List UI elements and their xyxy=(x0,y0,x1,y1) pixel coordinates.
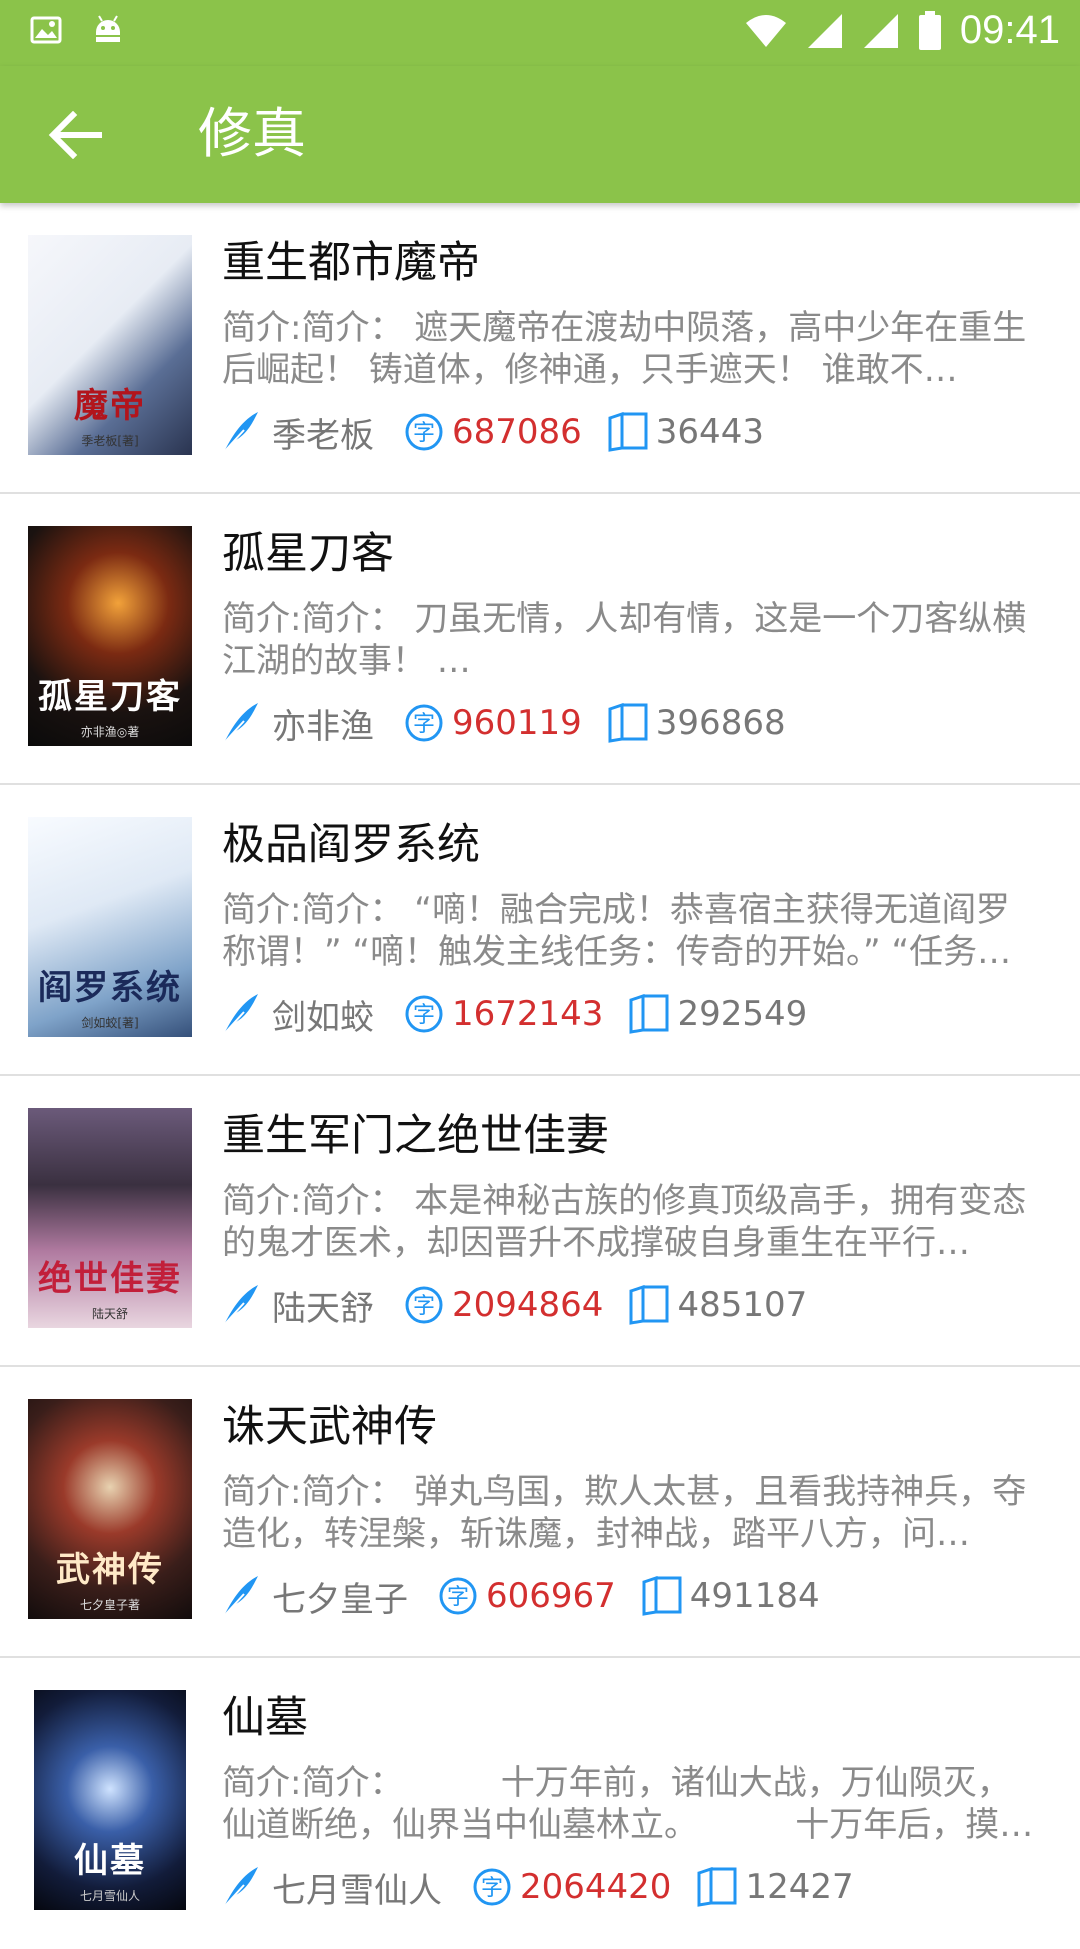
book-intro: 简介:简介： 本是神秘古族的修真顶级高手，拥有变态的鬼才医术，却因晋升不成撑破自… xyxy=(222,1181,1027,1263)
book-title: 诛天武神传 xyxy=(222,1402,437,1452)
book-author: 亦非渔 xyxy=(272,706,374,747)
svg-text:字: 字 xyxy=(413,1294,435,1319)
book-icon xyxy=(640,1576,684,1616)
book-intro: 简介:简介： 刀虽无情，人却有情，这是一个刀客纵横江湖的故事！ … xyxy=(222,599,1027,681)
book-meta: 七夕皇子 字 606967 491184 xyxy=(222,1572,820,1620)
status-time: 09:41 xyxy=(959,8,1060,52)
book-meta: 七月雪仙人 字 2064420 12427 xyxy=(222,1863,854,1911)
word-count: 2094864 xyxy=(452,1285,604,1325)
book-title: 重生都市魔帝 xyxy=(222,238,480,288)
word-count-icon: 字 xyxy=(404,1285,444,1325)
book-title: 仙墓 xyxy=(222,1693,308,1743)
feather-pen-icon xyxy=(222,1865,260,1909)
page-title: 修真 xyxy=(198,102,306,165)
word-count: 2064420 xyxy=(520,1867,672,1907)
chapter-count: 485107 xyxy=(677,1285,808,1325)
book-cover: 阎罗系统 剑如蛟[著] xyxy=(28,817,192,1037)
feather-pen-icon xyxy=(222,701,260,745)
word-count-icon: 字 xyxy=(438,1576,478,1616)
book-author: 七月雪仙人 xyxy=(272,1870,442,1911)
cover-title: 仙墓 xyxy=(74,1841,146,1881)
chapter-count: 491184 xyxy=(689,1576,820,1616)
book-cover: 魔帝 季老板[著] xyxy=(28,235,192,455)
book-cover: 仙墓 七月雪仙人 xyxy=(34,1690,186,1910)
word-count: 606967 xyxy=(486,1576,616,1616)
book-meta: 陆天舒 字 2094864 485107 xyxy=(222,1281,807,1329)
word-count-icon: 字 xyxy=(404,703,444,743)
battery-icon xyxy=(918,10,942,51)
cover-author: 七夕皇子著 xyxy=(79,1598,140,1612)
back-button[interactable] xyxy=(40,100,110,170)
svg-text:字: 字 xyxy=(413,421,435,446)
book-intro: 简介:简介： 弹丸鸟国，欺人太甚，且看我持神兵，夺造化，转涅槃，斩诛魔，封神战，… xyxy=(222,1472,1027,1554)
book-icon xyxy=(606,412,650,452)
list-item[interactable]: 孤星刀客 亦非渔◎著 孤星刀客 简介:简介： 刀虽无情，人却有情，这是一个刀客纵… xyxy=(0,494,1080,785)
signal-icon xyxy=(862,12,900,50)
chapter-count: 292549 xyxy=(677,994,808,1034)
book-icon xyxy=(627,1285,671,1325)
word-count-icon: 字 xyxy=(404,412,444,452)
feather-pen-icon xyxy=(222,1574,260,1618)
svg-text:字: 字 xyxy=(413,1003,435,1028)
book-title: 极品阎罗系统 xyxy=(222,820,480,870)
book-cover: 武神传 七夕皇子著 xyxy=(28,1399,192,1619)
status-right: 09:41 xyxy=(744,8,1060,53)
cover-author: 季老板[著] xyxy=(81,434,139,448)
chapter-count: 12427 xyxy=(745,1867,854,1907)
cover-author: 亦非渔◎著 xyxy=(80,725,140,739)
word-count-icon: 字 xyxy=(472,1867,512,1907)
book-title: 重生军门之绝世佳妻 xyxy=(222,1111,609,1161)
chapter-count: 36443 xyxy=(655,412,764,452)
book-title: 孤星刀客 xyxy=(222,529,394,579)
cover-title: 孤星刀客 xyxy=(38,677,182,717)
word-count-icon: 字 xyxy=(404,994,444,1034)
status-bar: 09:41 xyxy=(0,0,1080,66)
book-meta: 季老板 字 687086 36443 xyxy=(222,408,764,456)
book-cover: 孤星刀客 亦非渔◎著 xyxy=(28,526,192,746)
cover-author: 陆天舒 xyxy=(91,1307,128,1321)
book-icon xyxy=(606,703,650,743)
image-icon xyxy=(30,12,62,48)
book-author: 陆天舒 xyxy=(272,1288,374,1329)
cover-author: 七月雪仙人 xyxy=(79,1889,140,1903)
word-count: 960119 xyxy=(452,703,582,743)
book-icon xyxy=(627,994,671,1034)
cover-title: 阎罗系统 xyxy=(38,968,182,1008)
svg-text:字: 字 xyxy=(413,712,435,737)
feather-pen-icon xyxy=(222,992,260,1036)
book-author: 剑如蛟 xyxy=(272,997,374,1038)
cover-title: 武神传 xyxy=(56,1550,164,1590)
arrow-left-icon xyxy=(47,111,103,159)
word-count: 687086 xyxy=(452,412,582,452)
book-cover: 绝世佳妻 陆天舒 xyxy=(28,1108,192,1328)
book-list: 魔帝 季老板[著] 重生都市魔帝 简介:简介： 遮天魔帝在渡劫中陨落，高中少年在… xyxy=(0,203,1080,1949)
book-meta: 剑如蛟 字 1672143 292549 xyxy=(222,990,807,1038)
list-item[interactable]: 绝世佳妻 陆天舒 重生军门之绝世佳妻 简介:简介： 本是神秘古族的修真顶级高手，… xyxy=(0,1076,1080,1367)
status-left xyxy=(30,12,126,48)
list-item[interactable]: 武神传 七夕皇子著 诛天武神传 简介:简介： 弹丸鸟国，欺人太甚，且看我持神兵，… xyxy=(0,1367,1080,1658)
signal-icon xyxy=(806,12,844,50)
feather-pen-icon xyxy=(222,1283,260,1327)
chapter-count: 396868 xyxy=(655,703,786,743)
list-item[interactable]: 阎罗系统 剑如蛟[著] 极品阎罗系统 简介:简介： “嘀！融合完成！恭喜宿主获得… xyxy=(0,785,1080,1076)
book-intro: 简介:简介： “嘀！融合完成！恭喜宿主获得无道阎罗称谓！” “嘀！触发主线任务：… xyxy=(222,890,1012,972)
app-bar: 修真 xyxy=(0,66,1080,203)
book-meta: 亦非渔 字 960119 396868 xyxy=(222,699,786,747)
android-icon xyxy=(90,12,126,48)
book-author: 七夕皇子 xyxy=(272,1579,408,1620)
cover-author: 剑如蛟[著] xyxy=(81,1016,139,1030)
svg-text:字: 字 xyxy=(481,1876,503,1901)
book-intro: 简介:简介： 遮天魔帝在渡劫中陨落，高中少年在重生后崛起！ 铸道体，修神通，只手… xyxy=(222,308,1027,390)
book-icon xyxy=(695,1867,739,1907)
svg-text:字: 字 xyxy=(447,1585,469,1610)
list-item[interactable]: 仙墓 七月雪仙人 仙墓 简介:简介： 十万年前，诸仙大战，万仙陨灭，仙道断绝，仙… xyxy=(0,1658,1080,1949)
list-item[interactable]: 魔帝 季老板[著] 重生都市魔帝 简介:简介： 遮天魔帝在渡劫中陨落，高中少年在… xyxy=(0,203,1080,494)
word-count: 1672143 xyxy=(452,994,604,1034)
cover-title: 魔帝 xyxy=(74,386,146,426)
cover-title: 绝世佳妻 xyxy=(38,1259,182,1299)
book-author: 季老板 xyxy=(272,415,374,456)
feather-pen-icon xyxy=(222,410,260,454)
book-intro: 简介:简介： 十万年前，诸仙大战，万仙陨灭，仙道断绝，仙界当中仙墓林立。 十万年… xyxy=(222,1763,1034,1845)
wifi-icon xyxy=(744,13,788,49)
